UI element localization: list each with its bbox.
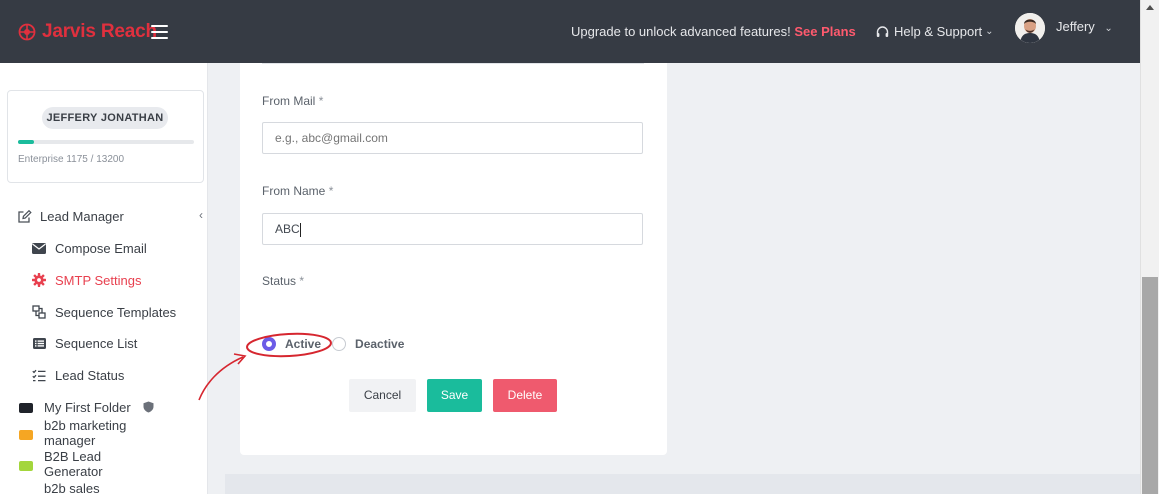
folder-item[interactable]: b2b marketing manager — [19, 418, 139, 448]
usage-progress-bar — [18, 140, 194, 144]
save-button[interactable]: Save — [427, 379, 482, 412]
sidebar-item-label: SMTP Settings — [55, 272, 142, 288]
gear-icon — [32, 273, 46, 287]
sidebar: JEFFERY JONATHAN Enterprise 1175 / 13200… — [0, 63, 208, 494]
headphones-icon — [876, 25, 889, 37]
cancel-button[interactable]: Cancel — [349, 379, 416, 412]
text-cursor — [299, 222, 301, 237]
brand-logo[interactable]: Jarvis Reach — [18, 20, 157, 44]
sidebar-item-label: Sequence Templates — [55, 304, 177, 320]
previous-input-edge — [262, 63, 644, 64]
username-label: Jeffery — [1056, 19, 1095, 34]
radio-active-label[interactable]: Active — [285, 337, 321, 351]
folder-icon — [19, 461, 33, 471]
see-plans-link[interactable]: See Plans — [794, 24, 855, 39]
list-icon — [32, 337, 46, 349]
upgrade-text: Upgrade to unlock advanced features! — [571, 24, 791, 39]
help-support-label: Help & Support — [894, 24, 983, 39]
from-name-input[interactable]: ABC — [262, 213, 643, 245]
from-mail-input[interactable] — [262, 122, 643, 154]
sidebar-item-label: Sequence List — [55, 335, 138, 351]
from-mail-label: From Mail * — [262, 94, 323, 108]
status-label: Status * — [262, 274, 304, 288]
chevron-left-icon: ‹ — [199, 208, 203, 222]
checklist-icon — [32, 369, 46, 381]
from-name-value: ABC — [275, 222, 300, 236]
required-mark: * — [318, 94, 324, 108]
sidebar-section-lead-manager[interactable]: Lead Manager ‹ — [17, 207, 203, 225]
sidebar-item-sequence-templates[interactable]: Sequence Templates — [31, 302, 176, 322]
envelope-icon — [32, 242, 46, 254]
hamburger-menu-icon[interactable] — [151, 25, 168, 39]
smtp-settings-card: From Mail * From Name * ABC Status * Act… — [240, 63, 667, 455]
radio-deactive[interactable] — [332, 337, 347, 351]
chevron-down-icon: ⌄ — [985, 26, 994, 37]
radio-deactive-label[interactable]: Deactive — [355, 337, 404, 351]
sidebar-item-sequence-list[interactable]: Sequence List — [31, 333, 137, 353]
status-label-text: Status — [262, 274, 297, 288]
page-scrollbar[interactable] — [1140, 0, 1159, 494]
footer-strip — [225, 474, 1140, 494]
from-name-label-text: From Name — [262, 184, 326, 198]
folder-label: B2B Lead Generator — [44, 449, 103, 479]
sidebar-item-lead-status[interactable]: Lead Status — [31, 365, 124, 385]
folder-label: b2b sales — [44, 481, 100, 494]
radio-active[interactable] — [262, 337, 276, 351]
shield-icon — [143, 401, 154, 413]
folder-item[interactable]: B2B Lead Generator — [19, 449, 139, 479]
brand-name: Jarvis Reach — [42, 21, 157, 42]
sidebar-section-label: Lead Manager — [40, 208, 124, 224]
chevron-down-icon: ⌄ — [1104, 23, 1113, 34]
help-support-menu[interactable]: Help & Support ⌄ — [876, 24, 994, 39]
folder-icon — [19, 403, 33, 413]
sidebar-item-label: Compose Email — [55, 240, 147, 256]
sequence-icon — [32, 305, 46, 319]
from-name-label: From Name * — [262, 184, 333, 198]
folder-icon — [19, 484, 33, 494]
usage-progress-fill — [18, 140, 34, 144]
user-menu[interactable]: Jeffery ⌄ — [1056, 19, 1113, 34]
sidebar-item-smtp-settings[interactable]: SMTP Settings — [31, 270, 141, 290]
delete-button[interactable]: Delete — [493, 379, 557, 412]
logo-icon — [18, 23, 36, 41]
profile-card: JEFFERY JONATHAN Enterprise 1175 / 13200 — [7, 90, 204, 183]
scrollbar-thumb[interactable] — [1142, 277, 1158, 494]
plan-usage-text: Enterprise 1175 / 13200 — [18, 154, 125, 165]
user-avatar[interactable] — [1015, 13, 1045, 43]
status-radio-group: Active Deactive — [262, 336, 404, 352]
folder-icon — [19, 430, 33, 440]
folder-item[interactable]: My First Folder — [19, 400, 199, 415]
folder-item[interactable]: b2b sales — [19, 481, 139, 494]
folder-label: My First Folder — [44, 400, 131, 415]
top-navbar: Jarvis Reach Upgrade to unlock advanced … — [0, 0, 1140, 63]
upgrade-banner: Upgrade to unlock advanced features! See… — [571, 24, 856, 39]
required-mark: * — [328, 184, 334, 198]
edit-icon — [18, 209, 32, 223]
scroll-up-arrow-icon[interactable] — [1146, 5, 1154, 10]
sidebar-item-compose-email[interactable]: Compose Email — [31, 238, 147, 258]
from-mail-label-text: From Mail — [262, 94, 316, 108]
avatar-image — [1015, 13, 1045, 43]
profile-name-badge: JEFFERY JONATHAN — [42, 107, 168, 129]
required-mark: * — [299, 274, 305, 288]
folder-label: b2b marketing manager — [44, 418, 127, 448]
sidebar-item-label: Lead Status — [55, 367, 125, 383]
